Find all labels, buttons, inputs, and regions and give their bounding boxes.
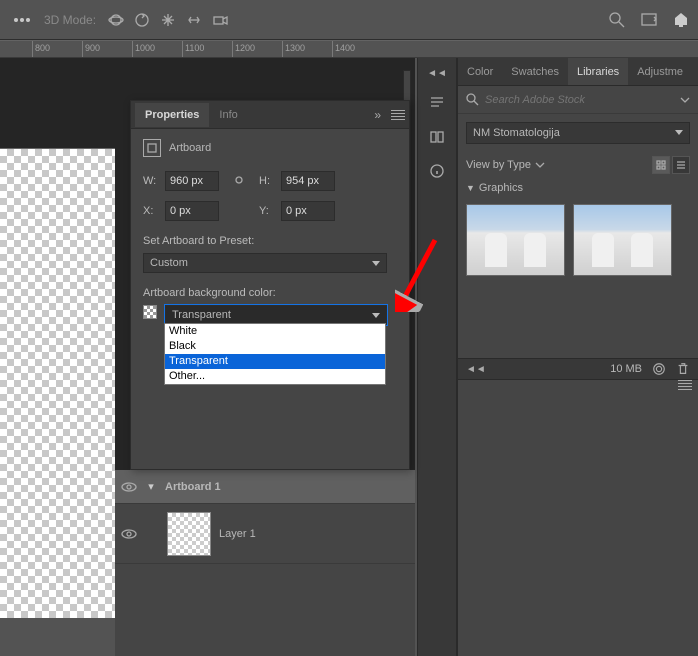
link-dimensions-icon[interactable] — [231, 174, 247, 188]
panel-menu-icon[interactable] — [678, 380, 692, 390]
layer-thumbnail[interactable] — [167, 512, 211, 556]
tab-info[interactable]: Info — [209, 103, 247, 127]
bg-color-value: Transparent — [172, 309, 231, 321]
list-view-button[interactable] — [672, 156, 690, 174]
ruler-mark: 1400 — [332, 41, 382, 57]
x-input[interactable] — [165, 201, 219, 221]
bg-color-dropdown-list: White Black Transparent Other... — [164, 323, 386, 385]
width-input[interactable] — [165, 171, 219, 191]
grid-view-button[interactable] — [652, 156, 670, 174]
y-input[interactable] — [281, 201, 335, 221]
ruler-mark: 700 — [0, 41, 32, 57]
slide-icon[interactable] — [186, 12, 202, 28]
graphics-section-label: Graphics — [479, 182, 523, 194]
height-label: H: — [259, 175, 275, 187]
cloud-icon[interactable] — [652, 362, 666, 376]
chevron-down-icon[interactable] — [680, 95, 690, 105]
collapsed-panel-strip: ◄◄ — [417, 58, 457, 656]
app-topbar: 3D Mode: — [0, 0, 698, 40]
layer-row-artboard[interactable]: ▾ Artboard 1 — [115, 470, 415, 504]
height-input[interactable] — [281, 171, 335, 191]
dropdown-option-black[interactable]: Black — [165, 339, 385, 354]
artboard-icon — [143, 139, 161, 157]
view-by-label[interactable]: View by Type — [466, 159, 531, 171]
disclosure-triangle-icon[interactable]: ▾ — [143, 480, 159, 493]
library-select[interactable]: NM Stomatologija — [466, 122, 690, 144]
bg-color-select[interactable]: Transparent — [165, 305, 387, 325]
info-panel-icon[interactable] — [426, 161, 448, 181]
tab-color[interactable]: Color — [458, 58, 502, 85]
tab-libraries[interactable]: Libraries — [568, 58, 628, 85]
disclosure-triangle-icon[interactable]: ▼ — [466, 183, 475, 193]
ruler-mark: 900 — [82, 41, 132, 57]
properties-panel: Properties Info » Artboard W: H: X: Y: S… — [130, 100, 410, 470]
panel-menu-icon[interactable] — [391, 110, 405, 120]
preset-select[interactable]: Custom — [143, 253, 387, 273]
ruler-mark: 1100 — [182, 41, 232, 57]
width-label: W: — [143, 175, 159, 187]
artboard-row-name: Artboard 1 — [165, 481, 221, 493]
preset-value: Custom — [150, 257, 188, 269]
layer-row[interactable]: Layer 1 — [115, 504, 415, 564]
tab-adjustments[interactable]: Adjustme — [628, 58, 692, 85]
bg-color-swatch[interactable] — [143, 305, 157, 319]
trash-icon[interactable] — [676, 362, 690, 376]
storage-size: 10 MB — [610, 363, 642, 375]
more-options-button[interactable] — [8, 10, 36, 30]
rotate-icon[interactable] — [134, 12, 150, 28]
dropdown-option-transparent[interactable]: Transparent — [165, 354, 385, 369]
library-asset-thumbnail[interactable] — [573, 204, 672, 276]
expand-panels-icon[interactable]: ◄◄ — [427, 68, 447, 79]
bg-color-label: Artboard background color: — [143, 287, 397, 299]
ruler-mark: 1000 — [132, 41, 182, 57]
horizontal-ruler: 700 800 900 1000 1100 1200 1300 1400 — [0, 40, 698, 58]
mode-3d-icons — [108, 12, 228, 28]
ruler-mark: 1200 — [232, 41, 282, 57]
library-asset-thumbnail[interactable] — [466, 204, 565, 276]
screen-mode-icon[interactable] — [640, 11, 658, 29]
libraries-panel: Color Swatches Libraries Adjustme NM Sto… — [457, 58, 698, 656]
tab-swatches[interactable]: Swatches — [502, 58, 568, 85]
paragraph-panel-icon[interactable] — [426, 93, 448, 113]
collapse-panel-icon[interactable]: » — [370, 108, 385, 122]
visibility-toggle[interactable] — [115, 481, 143, 493]
stock-search-input[interactable] — [485, 94, 680, 106]
tab-properties[interactable]: Properties — [135, 103, 209, 127]
visibility-toggle[interactable] — [115, 528, 143, 540]
collapse-icon[interactable]: ◄◄ — [466, 364, 486, 375]
search-icon — [466, 93, 479, 106]
preset-label: Set Artboard to Preset: — [143, 235, 397, 247]
layers-panel: ▾ Artboard 1 Layer 1 — [115, 470, 415, 656]
chevron-down-icon[interactable] — [535, 160, 545, 170]
orbit-icon[interactable] — [108, 12, 124, 28]
search-icon[interactable] — [608, 11, 626, 29]
y-label: Y: — [259, 205, 275, 217]
share-icon[interactable] — [672, 11, 690, 29]
layer-name: Layer 1 — [219, 528, 256, 540]
library-name: NM Stomatologija — [473, 127, 560, 139]
panel-status-bar: ◄◄ 10 MB — [458, 358, 698, 380]
artboard-title: Artboard — [169, 142, 211, 154]
mode-label: 3D Mode: — [44, 13, 96, 27]
ruler-mark: 1300 — [282, 41, 332, 57]
glyphs-panel-icon[interactable] — [426, 127, 448, 147]
camera-icon[interactable] — [212, 12, 228, 28]
x-label: X: — [143, 205, 159, 217]
dropdown-option-other[interactable]: Other... — [165, 369, 385, 384]
pan-icon[interactable] — [160, 12, 176, 28]
ruler-mark: 800 — [32, 41, 82, 57]
dropdown-option-white[interactable]: White — [165, 324, 385, 339]
artboard-canvas[interactable] — [0, 148, 115, 618]
